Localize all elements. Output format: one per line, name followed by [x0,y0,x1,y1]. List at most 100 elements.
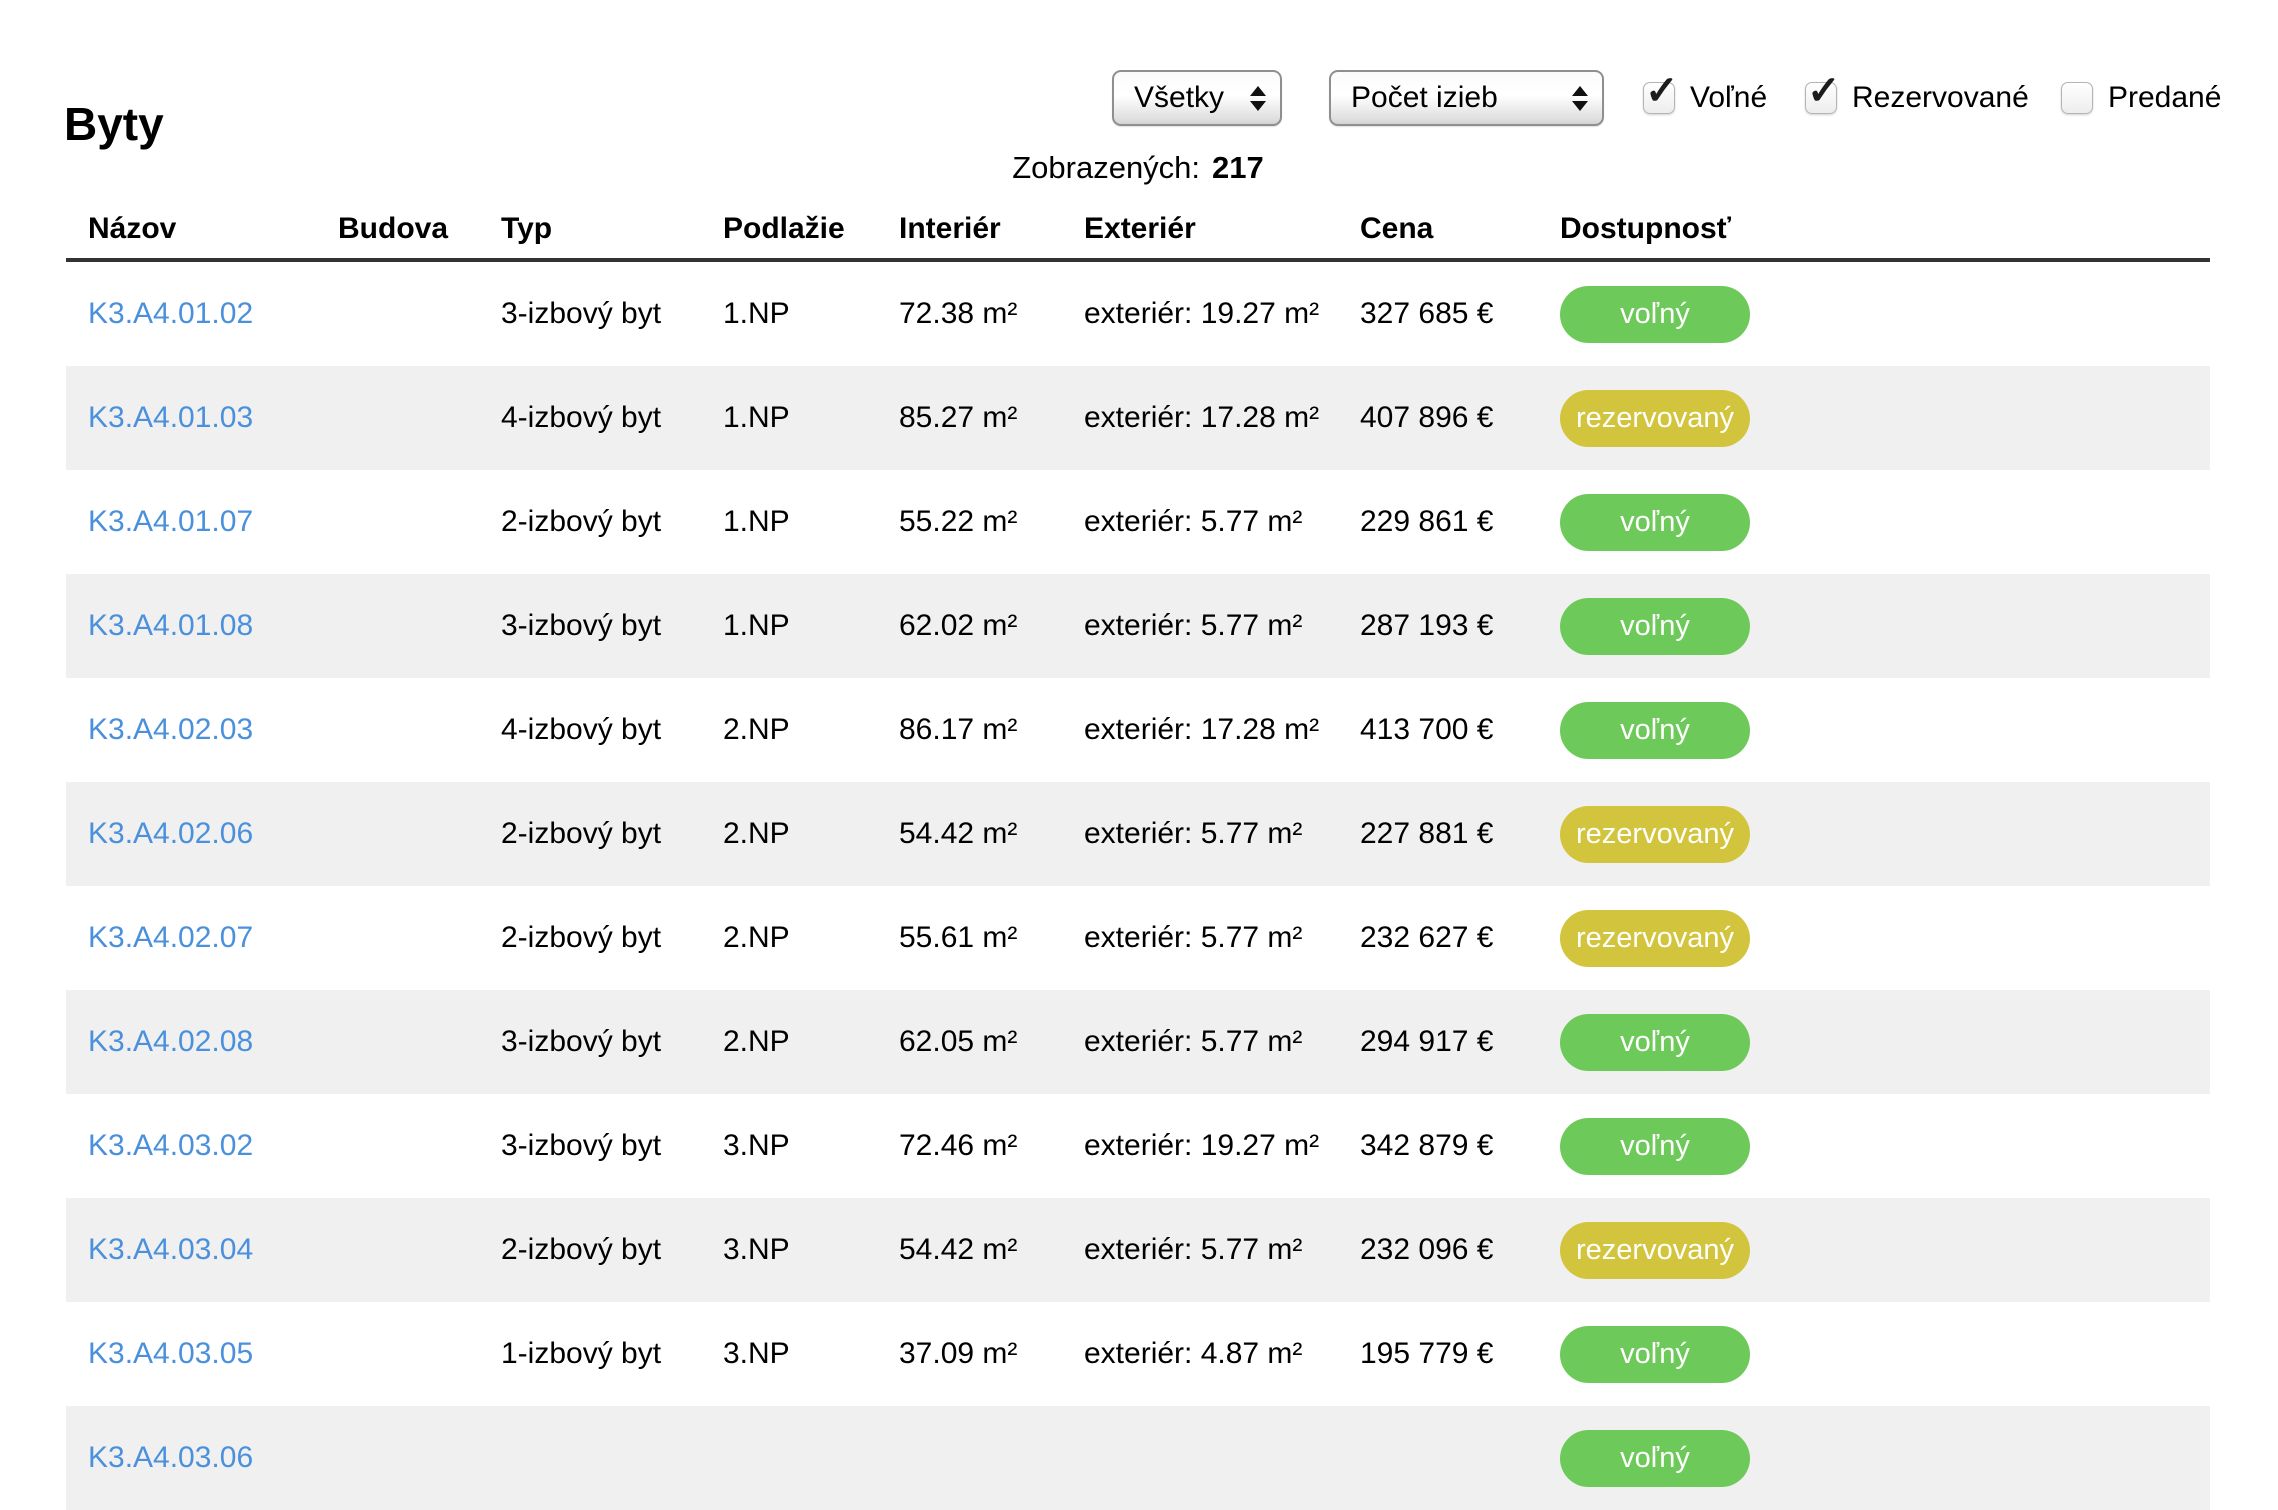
cell-typ: 3-izbový byt [501,1129,723,1163]
page-title: Byty [64,101,164,147]
checkbox-group-predane: ✓ Predané [2061,70,2221,126]
cell-cena: 232 627 € [1360,921,1560,955]
cell-cena: 342 879 € [1360,1129,1560,1163]
apartment-link[interactable]: K3.A4.02.08 [88,1025,253,1058]
table-row: K3.A4.01.02 3-izbový byt 1.NP 72.38 m² e… [66,262,2210,366]
table-row: K3.A4.03.04 2-izbový byt 3.NP 54.42 m² e… [66,1198,2210,1302]
status-badge: rezervovaný [1560,1222,1750,1279]
cell-podlazie: 2.NP [723,713,899,747]
checkbox-volne-label: Voľné [1690,81,1767,115]
cell-podlazie: 1.NP [723,297,899,331]
status-badge: voľný [1560,494,1750,551]
column-header-budova: Budova [338,212,501,246]
table-row: K3.A4.02.06 2-izbový byt 2.NP 54.42 m² e… [66,782,2210,886]
table-row: K3.A4.01.07 2-izbový byt 1.NP 55.22 m² e… [66,470,2210,574]
checkbox-predane-label: Predané [2108,81,2221,115]
checkmark-icon: ✓ [1807,71,1841,111]
cell-podlazie: 2.NP [723,921,899,955]
apartment-link[interactable]: K3.A4.01.03 [88,401,253,434]
cell-interier: 55.22 m² [899,505,1084,539]
cell-typ: 3-izbový byt [501,297,723,331]
cell-typ: 4-izbový byt [501,401,723,435]
results-count-label: Zobrazených: [1012,150,1200,185]
cell-exterier: exteriér: 5.77 m² [1084,505,1360,539]
cell-interier: 72.46 m² [899,1129,1084,1163]
cell-interier: 62.05 m² [899,1025,1084,1059]
results-count-value: 217 [1212,150,1264,185]
apartment-link[interactable]: K3.A4.02.07 [88,921,253,954]
cell-exterier: exteriér: 17.28 m² [1084,401,1360,435]
table-row: K3.A4.03.06 voľný [66,1406,2210,1510]
apartment-link[interactable]: K3.A4.03.02 [88,1129,253,1162]
checkbox-rezervovane[interactable]: ✓ [1805,82,1837,114]
checkbox-group-rezervovane: ✓ Rezervované [1805,70,2029,126]
cell-interier: 37.09 m² [899,1337,1084,1371]
apartment-link[interactable]: K3.A4.01.08 [88,609,253,642]
table-row: K3.A4.01.03 4-izbový byt 1.NP 85.27 m² e… [66,366,2210,470]
cell-exterier: exteriér: 5.77 m² [1084,817,1360,851]
select-updown-arrows-icon [1250,86,1266,111]
apartment-link[interactable]: K3.A4.02.03 [88,713,253,746]
apartments-table: Názov Budova Typ Podlažie Interiér Exter… [66,196,2210,1510]
cell-interier: 62.02 m² [899,609,1084,643]
status-badge: voľný [1560,1118,1750,1175]
cell-typ: 4-izbový byt [501,713,723,747]
cell-podlazie: 3.NP [723,1233,899,1267]
cell-cena: 294 917 € [1360,1025,1560,1059]
status-badge: voľný [1560,702,1750,759]
cell-cena: 229 861 € [1360,505,1560,539]
column-header-interier: Interiér [899,212,1084,246]
table-row: K3.A4.02.08 3-izbový byt 2.NP 62.05 m² e… [66,990,2210,1094]
status-badge: rezervovaný [1560,910,1750,967]
checkbox-predane[interactable]: ✓ [2061,82,2093,114]
apartment-link[interactable]: K3.A4.02.06 [88,817,253,850]
checkbox-group-volne: ✓ Voľné [1643,70,1767,126]
status-badge: rezervovaný [1560,390,1750,447]
cell-podlazie: 1.NP [723,609,899,643]
apartment-link[interactable]: K3.A4.03.05 [88,1337,253,1370]
cell-exterier: exteriér: 4.87 m² [1084,1337,1360,1371]
status-badge: voľný [1560,286,1750,343]
cell-exterier: exteriér: 19.27 m² [1084,1129,1360,1163]
column-header-typ: Typ [501,212,723,246]
apartment-link[interactable]: K3.A4.01.02 [88,297,253,330]
cell-podlazie: 2.NP [723,1025,899,1059]
checkbox-rezervovane-label: Rezervované [1852,81,2029,115]
table-header-row: Názov Budova Typ Podlažie Interiér Exter… [66,196,2210,262]
cell-exterier: exteriér: 5.77 m² [1084,1025,1360,1059]
cell-interier: 72.38 m² [899,297,1084,331]
results-count: Zobrazených: 217 [66,150,2210,186]
cell-cena: 232 096 € [1360,1233,1560,1267]
cell-exterier: exteriér: 5.77 m² [1084,609,1360,643]
filter-select-rooms[interactable]: Počet izieb [1329,70,1604,126]
table-row: K3.A4.02.07 2-izbový byt 2.NP 55.61 m² e… [66,886,2210,990]
status-badge: voľný [1560,1326,1750,1383]
cell-exterier: exteriér: 19.27 m² [1084,297,1360,331]
filter-select-all[interactable]: Všetky [1112,70,1282,126]
apartment-link[interactable]: K3.A4.01.07 [88,505,253,538]
table-row: K3.A4.02.03 4-izbový byt 2.NP 86.17 m² e… [66,678,2210,782]
cell-podlazie: 1.NP [723,401,899,435]
cell-interier: 86.17 m² [899,713,1084,747]
status-badge: rezervovaný [1560,806,1750,863]
table-row: K3.A4.03.02 3-izbový byt 3.NP 72.46 m² e… [66,1094,2210,1198]
cell-podlazie: 3.NP [723,1129,899,1163]
cell-typ: 2-izbový byt [501,505,723,539]
cell-exterier: exteriér: 5.77 m² [1084,1233,1360,1267]
cell-typ: 2-izbový byt [501,817,723,851]
table-row: K3.A4.01.08 3-izbový byt 1.NP 62.02 m² e… [66,574,2210,678]
cell-typ: 3-izbový byt [501,609,723,643]
column-header-nazov: Názov [88,212,338,246]
cell-cena: 287 193 € [1360,609,1560,643]
checkbox-volne[interactable]: ✓ [1643,82,1675,114]
column-header-cena: Cena [1360,212,1560,246]
cell-typ: 2-izbový byt [501,1233,723,1267]
column-header-exterier: Exteriér [1084,212,1360,246]
checkmark-icon: ✓ [1645,71,1679,111]
apartment-link[interactable]: K3.A4.03.04 [88,1233,253,1266]
cell-typ: 3-izbový byt [501,1025,723,1059]
cell-interier: 54.42 m² [899,817,1084,851]
cell-cena: 407 896 € [1360,401,1560,435]
cell-exterier: exteriér: 5.77 m² [1084,921,1360,955]
cell-interier: 85.27 m² [899,401,1084,435]
